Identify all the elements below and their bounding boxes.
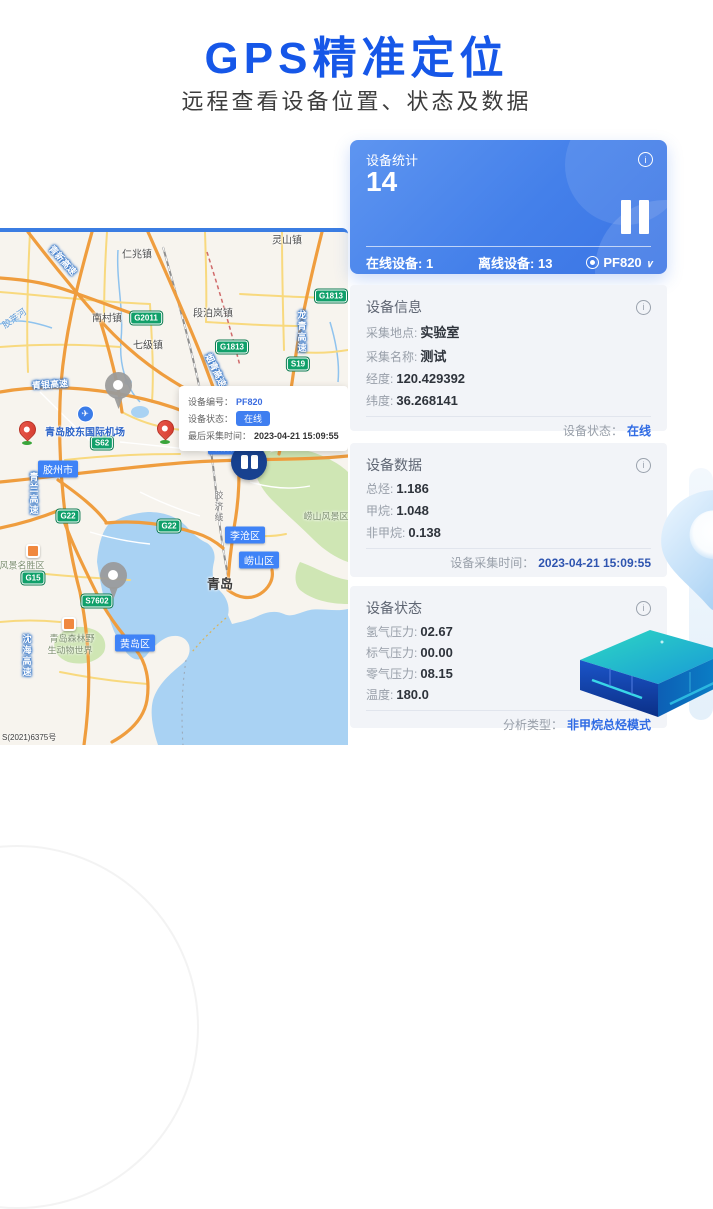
analysis-type-value: 非甲烷总烃模式	[567, 718, 651, 732]
tooltip-time-value: 2023-04-21 15:09:55	[254, 431, 339, 441]
location-pin-illustration	[656, 488, 713, 614]
card-divider	[366, 246, 651, 247]
district-licang: 李沧区	[225, 527, 265, 544]
server-box-illustration	[570, 624, 713, 718]
badge-g2011: G2011	[131, 313, 161, 324]
offline-label: 离线设备:	[478, 256, 534, 271]
info-section-title: 设备信息	[366, 297, 422, 317]
road-qingyin: 青银高速	[32, 376, 69, 391]
map-container[interactable]: 仁兆镇南村镇七级镇 段泊岚镇 灵山镇 G2011 G1813 G1813 S19 S62 G22…	[0, 228, 348, 745]
town-nancun: 南村镇	[92, 310, 122, 325]
device-status-value: 在线	[627, 424, 651, 438]
info-icon[interactable]	[638, 152, 653, 167]
device-bar-icon	[241, 455, 248, 469]
badge-s19: S19	[288, 359, 308, 370]
area-scenic-spot: 风景名胜区	[0, 559, 45, 572]
info-row: 采集地点:实验室	[366, 322, 651, 341]
pin-tail	[109, 587, 118, 599]
device-bar-icon	[251, 455, 258, 469]
map-copyright: S(2021)6375号	[2, 732, 56, 743]
map-labels-layer: 仁兆镇南村镇七级镇 段泊岚镇 灵山镇 G2011 G1813 G1813 S19 S62 G22…	[0, 232, 348, 745]
data-row: 甲烷:1.048	[366, 502, 651, 519]
device-selector[interactable]: PF820	[586, 255, 653, 270]
road-qingxin: 青新高速	[46, 242, 80, 277]
tooltip-time-label: 最后采集时间：	[188, 429, 251, 442]
status-section-title: 设备状态	[366, 598, 422, 618]
airport-jiaodong[interactable]: ✈ 青岛胶东国际机场	[45, 406, 125, 439]
data-row: 总烃:1.186	[366, 480, 651, 497]
rail-jiaoji: 胶济线	[213, 491, 226, 524]
area-laoshan-scenic: 崂山风景区	[303, 510, 348, 523]
device-selector-value: PF820	[603, 255, 641, 270]
stats-card: 设备统计 14 在线设备: 1 离线设备: 13 PF820	[350, 140, 667, 274]
airport-label: 青岛胶东国际机场	[45, 424, 125, 439]
town-duanbolan: 段泊岚镇	[193, 305, 233, 320]
badge-g1813-a: G1813	[316, 291, 346, 302]
district-jiaozhou: 胶州市	[38, 461, 78, 478]
district-laoshan: 崂山区	[239, 552, 279, 569]
badge-g22-b: G22	[158, 521, 179, 532]
badge-s62: S62	[92, 438, 112, 449]
pin-body	[153, 416, 177, 440]
data-section-title: 设备数据	[366, 455, 422, 475]
road-yanqing: 烟青高速	[202, 351, 229, 389]
info-icon[interactable]	[636, 300, 651, 315]
data-footer: 设备采集时间：2023-04-21 15:09:55	[366, 554, 651, 571]
page-subtitle: 远程查看设备位置、状态及数据	[0, 84, 713, 116]
section-divider	[366, 416, 651, 417]
decor-arc	[0, 845, 199, 1209]
tooltip-device-id-value[interactable]: PF820	[236, 397, 263, 407]
pin-head	[105, 372, 132, 399]
online-label: 在线设备:	[366, 256, 422, 271]
city-qingdao: 青岛	[207, 574, 233, 593]
device-tooltip: 设备编号： PF820 设备状态： 在线 最后采集时间： 2023-04-21 …	[179, 386, 348, 451]
tooltip-device-id-label: 设备编号：	[188, 395, 233, 408]
status-footer: 分析类型：非甲烷总烃模式	[366, 716, 651, 733]
tooltip-status-badge[interactable]: 在线	[236, 411, 270, 426]
town-renzhao: 仁兆镇	[122, 246, 152, 261]
pin-airport-east[interactable]	[155, 420, 175, 446]
area-wildlife-2: 生动物世界	[47, 644, 92, 657]
data-row: 非甲烷:0.138	[366, 524, 651, 541]
poi-wildlife	[62, 617, 76, 631]
pin-body	[15, 417, 39, 441]
road-shenhai: 沈海高速	[21, 634, 34, 678]
graypin-south[interactable]	[99, 562, 129, 602]
page-title: GPS精准定位	[0, 22, 713, 86]
town-lingshan: 灵山镇	[272, 232, 302, 247]
badge-g22-a: G22	[57, 511, 78, 522]
river-jiaolai: 胶莱河	[0, 305, 29, 331]
badge-g15: G15	[22, 573, 43, 584]
info-icon[interactable]	[636, 601, 651, 616]
town-qiji: 七级镇	[133, 337, 163, 352]
info-row: 纬度:36.268141	[366, 392, 651, 409]
device-data-section: 设备数据 总烃:1.186 甲烷:1.048 非甲烷:0.138 设备采集时间：…	[350, 443, 667, 577]
info-row: 采集名称:测试	[366, 346, 651, 365]
scope-icon	[586, 256, 599, 269]
device-total-count: 14	[366, 166, 397, 198]
info-row: 经度:120.429392	[366, 370, 651, 387]
chevron-down-icon	[646, 255, 653, 270]
road-longqing: 龙青高速	[296, 310, 309, 354]
info-icon[interactable]	[636, 458, 651, 473]
poi-scenic	[26, 544, 40, 558]
tooltip-status-label: 设备状态：	[188, 412, 233, 425]
device-info-section: 设备信息 采集地点:实验室 采集名称:测试 经度:120.429392 纬度:3…	[350, 285, 667, 431]
info-footer: 设备状态：在线	[366, 422, 651, 439]
online-count: 1	[426, 256, 433, 271]
pin-jiaozhou[interactable]	[17, 421, 37, 447]
road-qinglan: 青兰高速	[28, 472, 41, 516]
badge-g1813-b: G1813	[217, 342, 247, 353]
collect-time-value: 2023-04-21 15:09:55	[538, 556, 651, 570]
pin-head	[100, 562, 127, 589]
district-huangdao: 黄岛区	[115, 635, 155, 652]
offline-count: 13	[538, 256, 552, 271]
pause-button[interactable]	[621, 200, 651, 234]
section-divider	[366, 548, 651, 549]
airplane-icon: ✈	[77, 406, 94, 423]
